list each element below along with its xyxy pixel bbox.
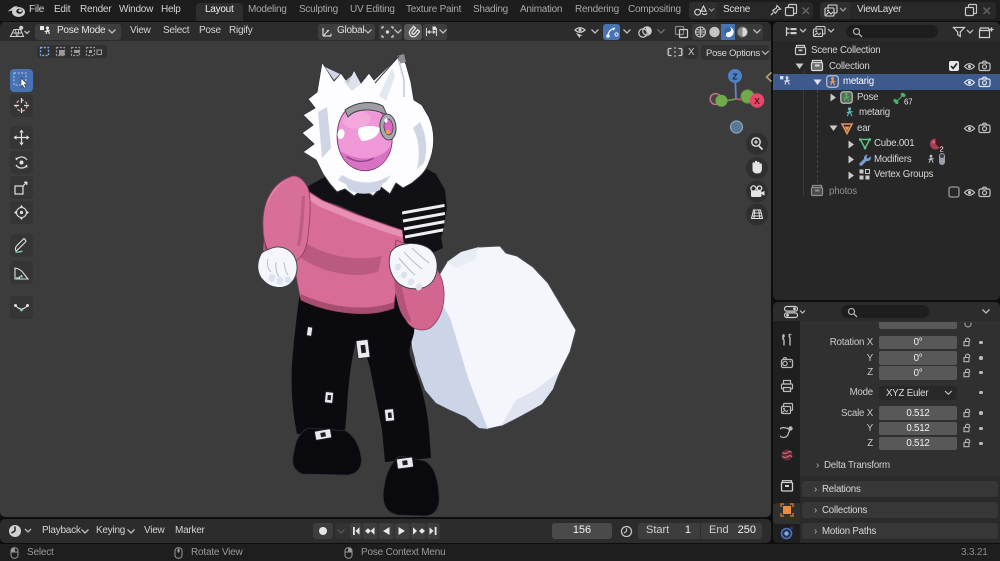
- svg-text:2: 2: [940, 145, 944, 153]
- svg-text:67: 67: [904, 98, 912, 107]
- svg-text:X: X: [754, 96, 760, 106]
- svg-text:Z: Z: [732, 71, 737, 81]
